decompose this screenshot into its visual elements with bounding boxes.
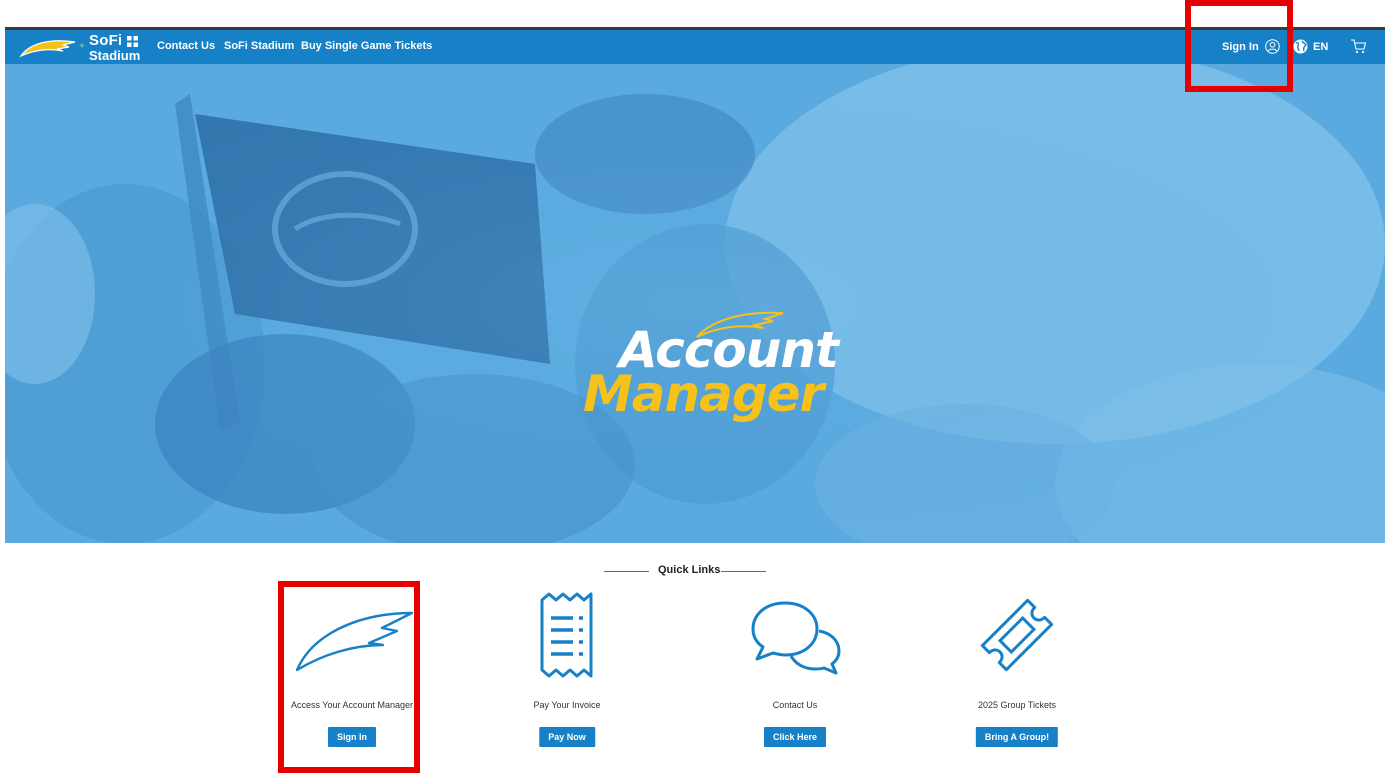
hero-banner: Account Manager [5,64,1385,543]
quick-link-label: Pay Your Invoice [533,700,601,710]
language-selector[interactable]: EN [1293,39,1328,54]
quick-link-group-tickets: 2025 Group Tickets Bring A Group! [927,585,1107,760]
nav-link-sofi-stadium[interactable]: SoFi Stadium [224,40,294,52]
quick-link-label: 2025 Group Tickets [977,700,1057,710]
nav-link-contact-us[interactable]: Contact Us [157,40,215,52]
bring-a-group-button[interactable]: Bring A Group! [975,727,1059,747]
click-here-button[interactable]: Click Here [763,727,827,747]
ticket-icon [927,585,1107,685]
top-nav: + SoFi Stadium Contact Us SoFi Stadium B… [5,30,1385,64]
pay-now-button[interactable]: Pay Now [539,727,595,747]
heading-rule-right [721,571,766,572]
quick-link-label: Contact Us [772,700,818,710]
highlight-box-sign-in-card [278,581,420,773]
globe-icon [1293,39,1308,54]
quick-link-pay-invoice: Pay Your Invoice Pay Now [477,585,657,760]
language-label: EN [1313,40,1329,53]
chat-bubbles-icon [705,585,885,685]
quick-links-heading: Quick Links [0,561,1393,581]
logo-plus-sign: + [79,41,85,52]
heading-rule-left [604,571,649,572]
chargers-bolt-logo[interactable] [19,36,77,58]
hero-crowd-image [5,64,1385,543]
account-manager-logo: Account Manager [573,309,839,429]
hero-title-manager: Manager [583,365,824,423]
quick-link-contact-us: Contact Us Click Here [705,585,885,760]
highlight-box-top-sign-in [1185,0,1293,92]
sofi-stadium-logo[interactable]: SoFi Stadium [89,33,145,63]
sofi-grid-icon [127,36,138,47]
quick-links-title: Quick Links [658,564,721,576]
receipt-icon [477,585,657,685]
cart-icon[interactable] [1350,38,1367,54]
nav-link-buy-single-game-tickets[interactable]: Buy Single Game Tickets [301,40,432,52]
sofi-logo-line2: Stadium [89,48,141,63]
